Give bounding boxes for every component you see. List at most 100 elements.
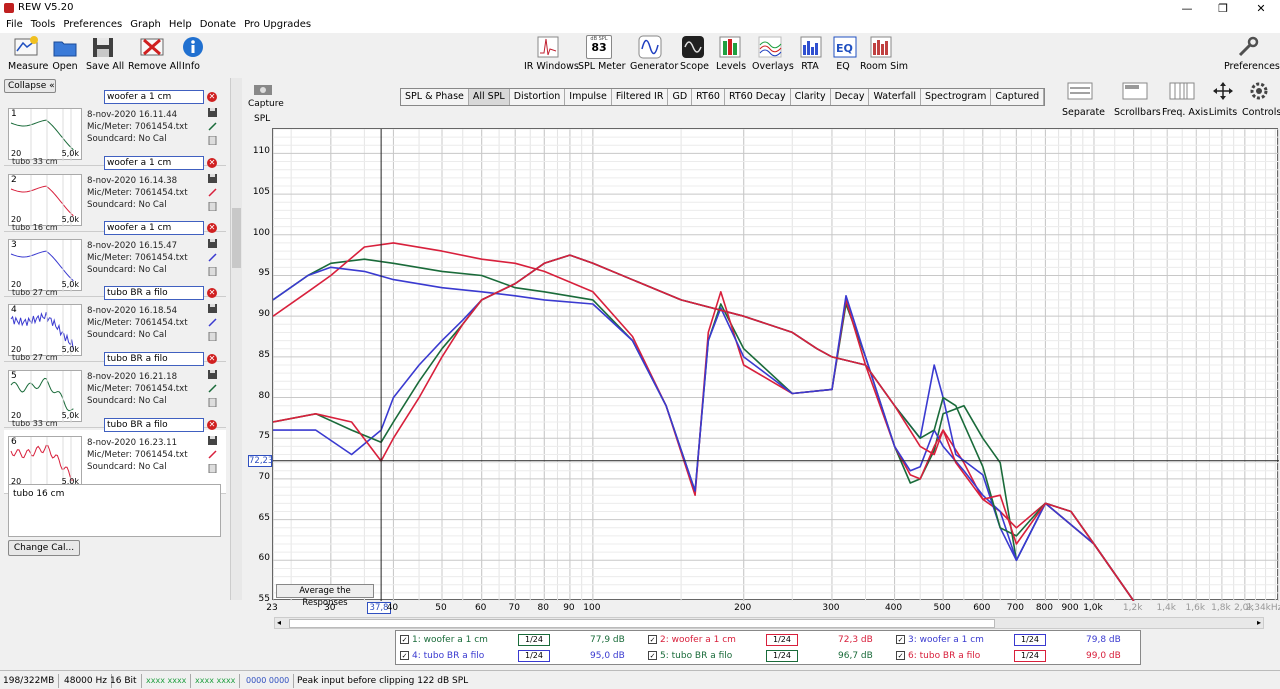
levels-button[interactable]: Levels — [716, 35, 746, 72]
scroll-right-icon[interactable]: ▸ — [1257, 618, 1261, 628]
legend-checkbox[interactable]: ✓ — [400, 651, 409, 660]
measurement-thumbnail[interactable]: 5 20 5,0k — [8, 370, 82, 423]
delete-measurement-icon[interactable]: ✕ — [207, 223, 217, 233]
delete-measurement-icon[interactable]: ✕ — [207, 288, 217, 298]
notes-icon[interactable] — [208, 266, 217, 277]
preferences-button[interactable]: Preferences — [1224, 35, 1280, 72]
measurement-name-field[interactable]: tubo BR a filo — [104, 418, 204, 432]
smoothing-selector[interactable]: 1/24 — [518, 650, 550, 662]
panel-scrollbar[interactable] — [230, 78, 242, 600]
measurement-name-field[interactable]: woofer a 1 cm — [104, 90, 204, 104]
delete-measurement-icon[interactable]: ✕ — [207, 420, 217, 430]
line-color-icon[interactable] — [208, 188, 217, 197]
remove-all-button[interactable]: Remove All — [128, 35, 181, 72]
save-measurement-icon[interactable] — [208, 174, 217, 183]
tab-distortion[interactable]: Distortion — [509, 89, 566, 105]
save-measurement-icon[interactable] — [208, 436, 217, 445]
line-color-icon[interactable] — [208, 450, 217, 459]
tab-spectrogram[interactable]: Spectrogram — [920, 89, 992, 105]
line-color-icon[interactable] — [208, 318, 217, 327]
capture-button[interactable]: Capture — [248, 82, 284, 109]
measurement-name-field[interactable]: tubo BR a filo — [104, 286, 204, 300]
tab-clarity[interactable]: Clarity — [790, 89, 831, 105]
menu-preferences[interactable]: Preferences — [63, 17, 122, 33]
tab-filtered-ir[interactable]: Filtered IR — [611, 89, 669, 105]
tab-captured[interactable]: Captured — [991, 89, 1045, 105]
graph-h-scrollbar[interactable]: ◂ ▸ — [274, 617, 1264, 629]
menu-pro-upgrades[interactable]: Pro Upgrades — [244, 17, 311, 33]
measurement-thumbnail[interactable]: 1 20 5,0k — [8, 108, 82, 161]
menu-donate[interactable]: Donate — [200, 17, 236, 33]
separate-button[interactable]: Separate — [1062, 81, 1105, 118]
measurement-thumbnail[interactable]: 2 20 5,0k — [8, 174, 82, 227]
menu-help[interactable]: Help — [169, 17, 192, 33]
notes-icon[interactable] — [208, 331, 217, 342]
change-cal-button[interactable]: Change Cal... — [8, 540, 80, 556]
collapse-button[interactable]: Collapse « — [4, 79, 56, 93]
close-button[interactable]: ✕ — [1246, 0, 1276, 17]
measurement-name-field[interactable]: tubo BR a filo — [104, 352, 204, 366]
rta-button[interactable]: RTA — [798, 35, 822, 72]
graph-h-scroll-thumb[interactable] — [289, 619, 995, 628]
notes-icon[interactable] — [208, 463, 217, 474]
measurement-name-field[interactable]: woofer a 1 cm — [104, 221, 204, 235]
smoothing-selector[interactable]: 1/24 — [766, 650, 798, 662]
notes-icon[interactable] — [208, 135, 217, 146]
scrollbars-button[interactable]: Scrollbars — [1114, 81, 1161, 118]
controls-button[interactable]: Controls — [1242, 81, 1280, 118]
menu-tools[interactable]: Tools — [31, 17, 56, 33]
tab-rt60[interactable]: RT60 — [692, 89, 725, 105]
tab-spl-phase[interactable]: SPL & Phase — [401, 89, 469, 105]
room-sim-button[interactable]: Room Sim — [860, 35, 908, 72]
save-measurement-icon[interactable] — [208, 239, 217, 248]
save-all-button[interactable]: Save All — [86, 35, 124, 72]
smoothing-selector[interactable]: 1/24 — [766, 634, 798, 646]
maximize-button[interactable]: ❐ — [1208, 0, 1238, 17]
legend-checkbox[interactable]: ✓ — [896, 635, 905, 644]
tab-rt60-decay[interactable]: RT60 Decay — [724, 89, 791, 105]
scope-button[interactable]: Scope — [680, 35, 709, 72]
average-responses-button[interactable]: Average the Responses — [276, 584, 374, 608]
tab-waterfall[interactable]: Waterfall — [869, 89, 921, 105]
notes-area[interactable]: tubo 16 cm — [8, 484, 221, 537]
save-measurement-icon[interactable] — [208, 304, 217, 313]
tab-all-spl[interactable]: All SPL — [468, 89, 510, 105]
tab-gd[interactable]: GD — [668, 89, 693, 105]
menu-file[interactable]: File — [6, 17, 23, 33]
save-measurement-icon[interactable] — [208, 370, 217, 379]
notes-icon[interactable] — [208, 201, 217, 212]
line-color-icon[interactable] — [208, 253, 217, 262]
freq-axis-button[interactable]: Freq. Axis — [1162, 81, 1208, 118]
delete-measurement-icon[interactable]: ✕ — [207, 92, 217, 102]
legend-checkbox[interactable]: ✓ — [648, 651, 657, 660]
legend-checkbox[interactable]: ✓ — [648, 635, 657, 644]
menu-graph[interactable]: Graph — [130, 17, 161, 33]
notes-icon[interactable] — [208, 397, 217, 408]
legend-checkbox[interactable]: ✓ — [896, 651, 905, 660]
measurement-thumbnail[interactable]: 4 20 5,0k — [8, 304, 82, 357]
delete-measurement-icon[interactable]: ✕ — [207, 354, 217, 364]
open-button[interactable]: Open — [50, 35, 80, 72]
smoothing-selector[interactable]: 1/24 — [1014, 634, 1046, 646]
legend-checkbox[interactable]: ✓ — [400, 635, 409, 644]
overlays-button[interactable]: Overlays — [752, 35, 794, 72]
delete-measurement-icon[interactable]: ✕ — [207, 158, 217, 168]
minimize-button[interactable]: — — [1172, 0, 1202, 17]
line-color-icon[interactable] — [208, 384, 217, 393]
measure-button[interactable]: Measure — [8, 35, 48, 72]
tab-impulse[interactable]: Impulse — [565, 89, 612, 105]
smoothing-selector[interactable]: 1/24 — [1014, 650, 1046, 662]
measurement-thumbnail[interactable]: 6 20 5,0k — [8, 436, 82, 489]
line-color-icon[interactable] — [208, 122, 217, 131]
scroll-left-icon[interactable]: ◂ — [277, 618, 281, 628]
info-button[interactable]: Info — [180, 35, 203, 72]
spl-meter-button[interactable]: dB SPL 83 SPL Meter — [578, 35, 626, 72]
ir-windows-button[interactable]: IR Windows — [524, 35, 579, 72]
measurement-thumbnail[interactable]: 3 20 5,0k — [8, 239, 82, 292]
measurement-name-field[interactable]: woofer a 1 cm — [104, 156, 204, 170]
eq-button[interactable]: EQ EQ — [832, 35, 857, 72]
save-measurement-icon[interactable] — [208, 108, 217, 117]
smoothing-selector[interactable]: 1/24 — [518, 634, 550, 646]
limits-button[interactable]: Limits — [1208, 81, 1238, 118]
spl-graph[interactable] — [272, 128, 1280, 602]
